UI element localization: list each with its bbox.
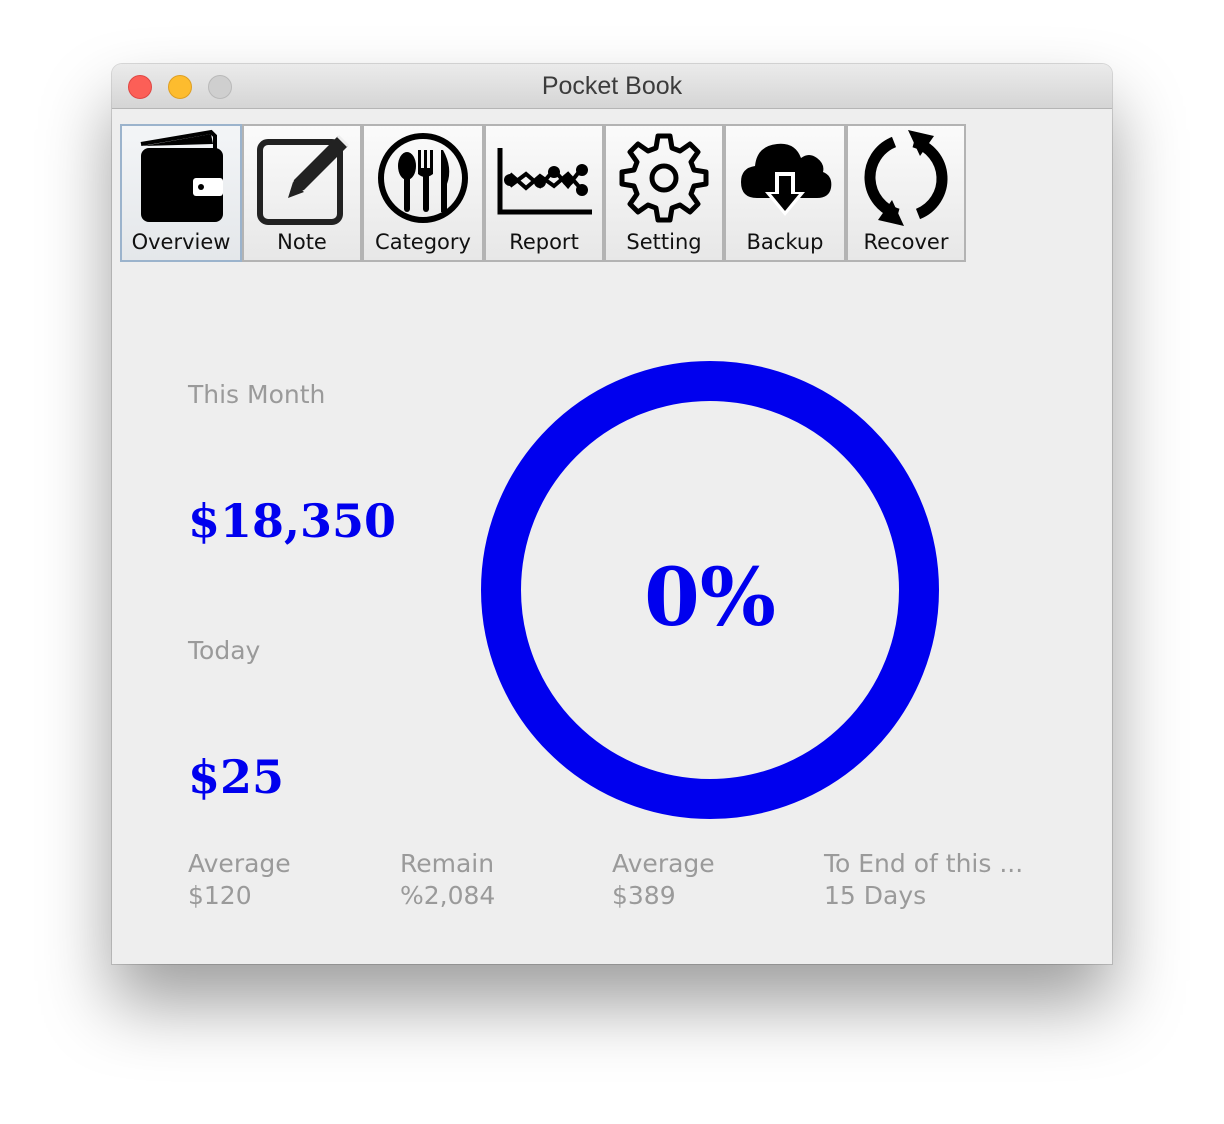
tab-recover[interactable]: Recover	[846, 124, 966, 262]
today-value: $25	[188, 750, 285, 804]
wallet-icon	[140, 129, 223, 222]
footer-average-daily: Average $120	[188, 848, 291, 912]
line-chart-icon	[497, 148, 592, 215]
tab-category[interactable]: Category	[362, 124, 484, 262]
footer-remain-label: Remain	[400, 849, 495, 878]
footer-average-daily-label: Average	[188, 849, 291, 878]
edit-note-icon	[257, 134, 350, 225]
title-bar[interactable]: Pocket Book	[112, 64, 1112, 109]
this-month-label: This Month	[188, 380, 326, 409]
tab-recover-label: Recover	[863, 230, 949, 254]
app-window: Pocket Book Overview Note Category Repor…	[112, 64, 1112, 964]
tab-backup[interactable]: Backup	[724, 124, 846, 262]
gear-icon	[619, 133, 709, 223]
cloud-download-icon	[741, 143, 832, 216]
tab-category-label: Category	[375, 230, 471, 254]
footer-days-left-value: 15 Days	[824, 881, 927, 910]
footer-average-remaining-label: Average	[612, 849, 715, 878]
tab-report-label: Report	[509, 230, 579, 254]
footer-days-left: To End of this ... 15 Days	[824, 848, 1023, 912]
footer-average-remaining: Average $389	[612, 848, 715, 912]
cutlery-icon	[378, 133, 468, 223]
this-month-value: $18,350	[188, 494, 397, 548]
progress-percent: 0%	[644, 550, 776, 644]
tab-report[interactable]: Report	[484, 124, 604, 262]
tab-setting-label: Setting	[626, 230, 702, 254]
tab-setting[interactable]: Setting	[604, 124, 724, 262]
tab-overview-label: Overview	[131, 230, 231, 254]
window-title: Pocket Book	[541, 72, 683, 100]
refresh-icon	[864, 130, 948, 226]
tab-note-label: Note	[277, 230, 327, 254]
tab-backup-label: Backup	[746, 230, 824, 254]
footer-average-remaining-value: $389	[612, 881, 676, 910]
footer-remain: Remain %2,084	[400, 848, 495, 912]
footer-remain-value: %2,084	[400, 881, 496, 910]
tab-overview[interactable]: Overview	[120, 124, 242, 262]
footer-average-daily-value: $120	[188, 881, 252, 910]
today-label: Today	[188, 636, 261, 665]
tab-note[interactable]: Note	[242, 124, 362, 262]
footer-days-left-label: To End of this ...	[824, 849, 1024, 878]
